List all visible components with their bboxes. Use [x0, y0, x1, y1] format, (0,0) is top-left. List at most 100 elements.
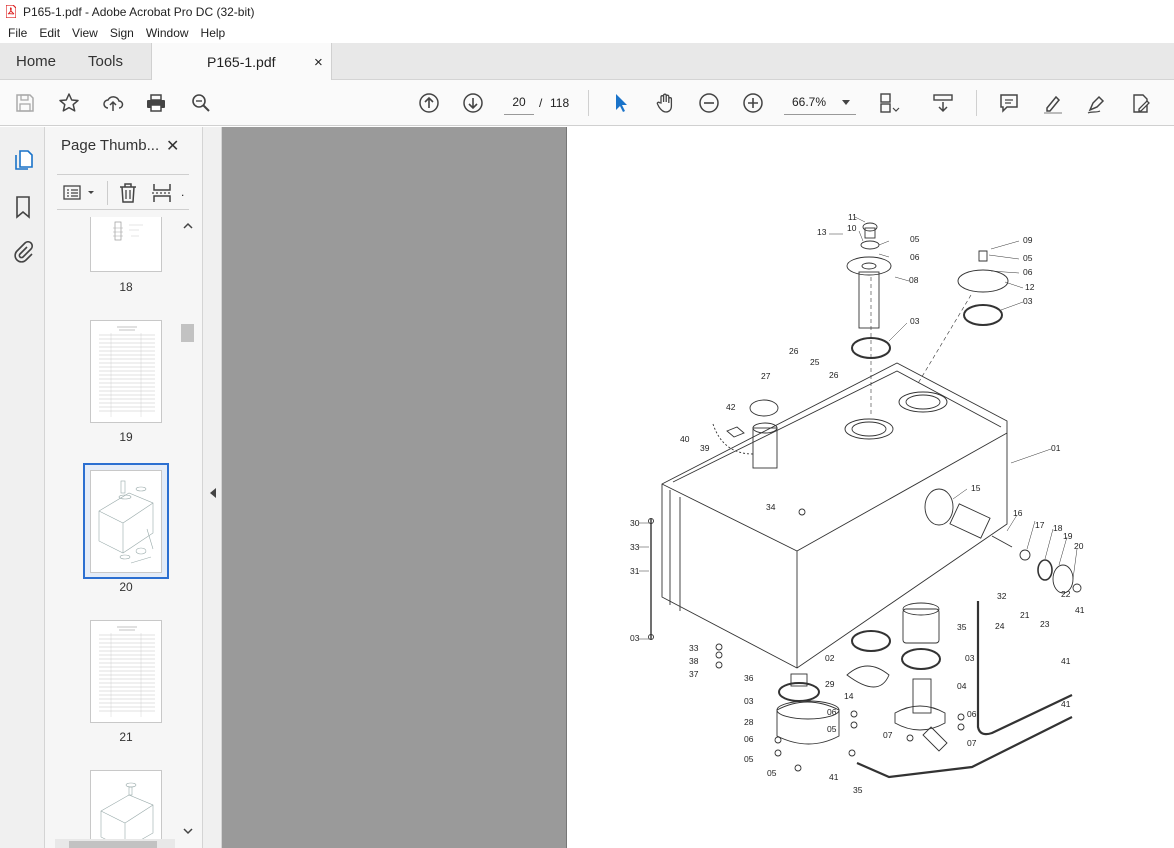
callout-label: 18: [1053, 523, 1063, 533]
tab-tools[interactable]: Tools: [88, 43, 123, 80]
menu-window[interactable]: Window: [142, 26, 193, 40]
tab-close-icon[interactable]: ×: [314, 54, 323, 71]
chevron-left-icon[interactable]: [208, 487, 218, 499]
callout-label: 21: [1020, 610, 1030, 620]
callout-label: 05: [827, 724, 837, 734]
highlight-icon[interactable]: [1040, 90, 1066, 116]
menu-file[interactable]: File: [4, 26, 31, 40]
callout-label: 41: [1061, 699, 1071, 709]
hand-icon[interactable]: [652, 90, 678, 116]
callout-label: 14: [844, 691, 854, 701]
thumbnail-list[interactable]: 18 19 20 21: [45, 217, 180, 848]
page-separator: /: [539, 96, 543, 110]
callout-label: 33: [689, 643, 699, 653]
callout-label: 06: [1023, 267, 1033, 277]
callout-label: 38: [689, 656, 699, 666]
callout-label: 23: [1040, 619, 1050, 629]
callout-label: 13: [817, 227, 827, 237]
callout-label: 27: [761, 371, 771, 381]
thumbnails-panel: Page Thumb... ✕ . 18 19 20 21: [45, 127, 202, 848]
current-page-input[interactable]: 20: [504, 91, 534, 115]
callout-label: 07: [967, 738, 977, 748]
callout-label: 25: [810, 357, 820, 367]
star-icon[interactable]: [56, 90, 82, 116]
panel-toolbar: .: [57, 174, 189, 210]
tab-home[interactable]: Home: [16, 43, 56, 80]
horizontal-scrollbar[interactable]: [55, 839, 175, 848]
callout-label: 19: [1063, 531, 1073, 541]
diagram-linework: [639, 216, 1082, 779]
sign-pen-icon[interactable]: [1084, 90, 1110, 116]
callout-label: 40: [680, 434, 690, 444]
save-icon[interactable]: [12, 90, 38, 116]
delete-trash-icon[interactable]: [118, 182, 138, 204]
tab-document[interactable]: P165-1.pdf ×: [151, 43, 332, 81]
comment-icon[interactable]: [996, 90, 1022, 116]
thumbnail-page-18[interactable]: [90, 217, 162, 272]
callout-label: 17: [1035, 520, 1045, 530]
callout-label: 03: [910, 316, 920, 326]
zoom-value: 66.7%: [792, 95, 827, 109]
callout-labels: 11 13 10 05 06 08 09 05 06 12 03 03 26 27 25 26 42 40 39 01…: [630, 212, 1085, 795]
callout-label: 05: [910, 234, 920, 244]
search-zoom-icon[interactable]: [188, 90, 214, 116]
callout-label: 22: [1061, 589, 1071, 599]
pdf-file-icon: [6, 5, 16, 18]
overflow-icon[interactable]: .: [181, 185, 184, 199]
zoom-select[interactable]: 66.7%: [784, 91, 856, 115]
callout-label: 06: [744, 734, 754, 744]
document-page[interactable]: 11 13 10 05 06 08 09 05 06 12 03 03 26 27 25 26 42 40 39 01…: [566, 127, 1174, 848]
panel-close-icon[interactable]: ✕: [166, 136, 182, 155]
callout-label: 42: [726, 402, 736, 412]
thumbnail-page-20[interactable]: [90, 470, 162, 573]
callout-label: 24: [995, 621, 1005, 631]
page-thumbnails-icon[interactable]: [12, 149, 34, 171]
thumbnail-page-22[interactable]: [90, 770, 162, 848]
callout-label: 03: [744, 696, 754, 706]
thumbnail-page-19[interactable]: [90, 320, 162, 423]
callout-label: 12: [1025, 282, 1035, 292]
document-canvas-background: [222, 127, 566, 848]
tab-document-label: P165-1.pdf: [207, 54, 276, 70]
menu-help[interactable]: Help: [197, 26, 230, 40]
edit-icon[interactable]: [1128, 90, 1154, 116]
thumbnail-page-21[interactable]: [90, 620, 162, 723]
options-menu-icon[interactable]: [63, 184, 97, 202]
menu-view[interactable]: View: [68, 26, 102, 40]
callout-label: 20: [1074, 541, 1084, 551]
callout-label: 37: [689, 669, 699, 679]
panel-collapse-handle[interactable]: [202, 127, 222, 848]
callout-label: 05: [767, 768, 777, 778]
scroll-mode-icon[interactable]: [930, 90, 956, 116]
attachment-icon[interactable]: [12, 241, 34, 263]
total-pages: 118: [550, 96, 570, 110]
insert-page-icon[interactable]: [151, 182, 173, 204]
zoom-in-icon[interactable]: [740, 90, 766, 116]
callout-label: 11: [848, 212, 857, 222]
callout-label: 32: [997, 591, 1007, 601]
bookmark-icon[interactable]: [13, 195, 33, 219]
page-up-icon[interactable]: [416, 90, 442, 116]
callout-label: 03: [630, 633, 640, 643]
horizontal-scroll-thumb[interactable]: [69, 841, 157, 848]
thumbnail-label: 21: [119, 730, 133, 744]
callout-label: 08: [909, 275, 919, 285]
zoom-out-icon[interactable]: [696, 90, 722, 116]
title-bar: P165-1.pdf - Adobe Acrobat Pro DC (32-bi…: [0, 0, 1174, 23]
callout-label: 33: [630, 542, 640, 552]
page-display-icon[interactable]: [876, 90, 902, 116]
callout-label: 26: [829, 370, 839, 380]
callout-label: 06: [910, 252, 920, 262]
upload-icon[interactable]: [100, 90, 126, 116]
page-down-icon[interactable]: [460, 90, 486, 116]
thumbnail-scrollbar[interactable]: [180, 218, 196, 840]
callout-label: 35: [957, 622, 967, 632]
menu-edit[interactable]: Edit: [35, 26, 64, 40]
menu-sign[interactable]: Sign: [106, 26, 138, 40]
callout-label: 10: [847, 223, 857, 233]
print-icon[interactable]: [143, 90, 169, 116]
callout-label: 09: [1023, 235, 1033, 245]
callout-label: 07: [883, 730, 893, 740]
callout-label: 35: [853, 785, 863, 795]
select-cursor-icon[interactable]: [608, 90, 634, 116]
